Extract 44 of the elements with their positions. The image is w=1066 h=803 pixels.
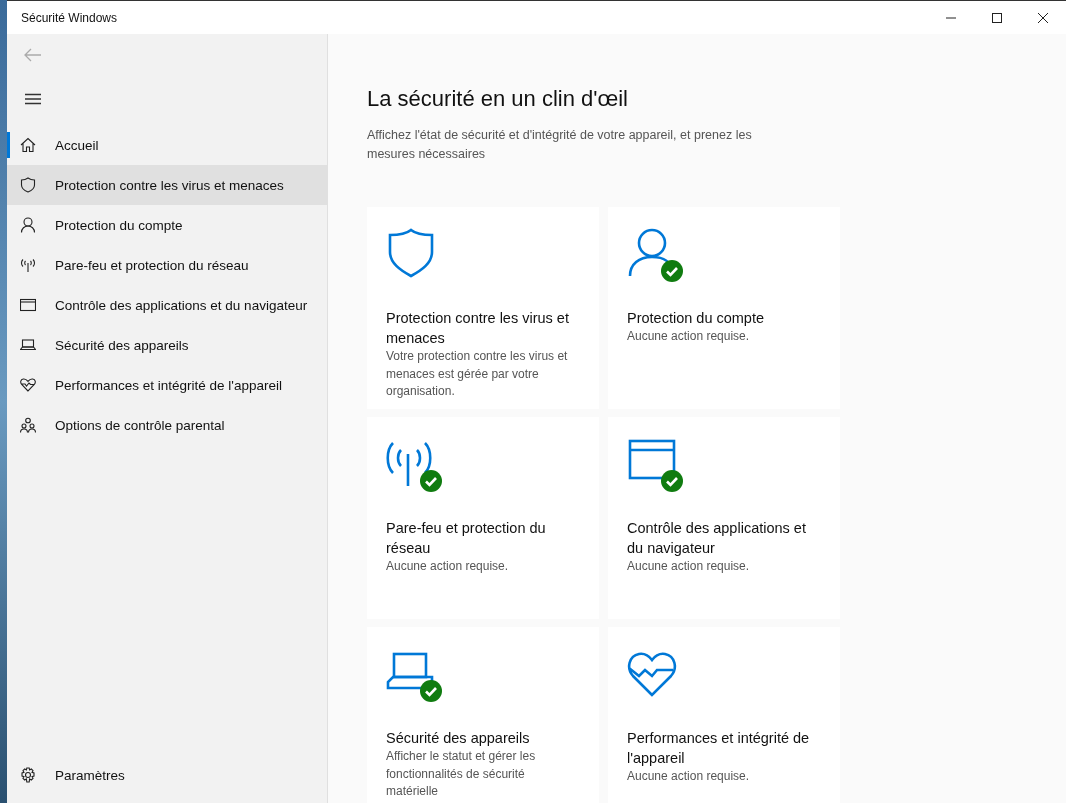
card-status: Votre protection contre les virus et menaces est gérée par votre organisation. — [386, 348, 569, 400]
nav-item[interactable]: Contrôle des applications et du navigateur — [7, 285, 327, 325]
card-title: Pare-feu et protection du réseau — [386, 519, 547, 558]
menu-icon — [25, 93, 41, 105]
window-icon — [20, 297, 36, 313]
status-card[interactable]: Pare-feu et protection du réseau Aucune action requise. — [367, 417, 599, 619]
nav-item[interactable]: Accueil — [7, 132, 327, 158]
card-title: Protection contre les virus et menaces — [386, 309, 570, 348]
close-icon — [1037, 11, 1049, 24]
maximize-icon — [991, 11, 1003, 24]
back-arrow-icon — [24, 48, 42, 62]
laptop-icon — [20, 337, 36, 353]
card-title: Performances et intégrité de l'appareil — [627, 729, 811, 768]
nav-item[interactable]: Sécurité des appareils — [7, 325, 327, 365]
settings-icon — [20, 767, 36, 783]
card-title: Protection du compte — [627, 309, 766, 328]
people-icon — [20, 417, 36, 433]
window-title: Sécurité Windows — [20, 10, 119, 25]
status-card[interactable]: Protection du compte Aucune action requise. — [608, 207, 840, 409]
status-card[interactable]: Sécurité des appareils Afficher le statut et gérer les fonctionnalités de sécurité matérielle — [367, 627, 599, 803]
settings-nav-item[interactable]: Paramètres — [7, 755, 327, 795]
nav-item[interactable]: Performances et intégrité de l'appareil — [7, 365, 327, 405]
shield-icon — [20, 177, 36, 193]
card-status: Afficher le statut et gérer les fonctionnalités de sécurité matérielle — [386, 748, 537, 800]
card-status: Aucune action requise. — [627, 768, 751, 785]
heart-icon — [20, 377, 36, 393]
card-status: Aucune action requise. — [386, 558, 510, 575]
status-card[interactable]: Performances et intégrité de l'appareil Aucune action requise. — [608, 627, 840, 803]
nav-item[interactable]: Pare-feu et protection du réseau — [7, 245, 327, 285]
status-card[interactable]: Contrôle des applications et du navigateur Aucune action requise. — [608, 417, 840, 619]
shield-icon — [386, 228, 436, 278]
page-description: Affichez l'état de sécurité et d'intégrité de votre appareil, et prenez les mesures nécessaires — [367, 127, 752, 163]
page-heading: La sécurité en un clin d'œil — [367, 86, 629, 112]
status-card[interactable]: Protection contre les virus et menaces Votre protection contre les virus et menaces est gérée par votre organisation. — [367, 207, 599, 409]
nav-item[interactable]: Protection contre les virus et menaces — [7, 165, 327, 205]
card-status: Aucune action requise. — [627, 328, 751, 345]
home-icon — [20, 137, 36, 153]
card-status: Aucune action requise. — [627, 558, 751, 575]
nav-item[interactable]: Options de contrôle parental — [7, 405, 327, 445]
card-title: Contrôle des applications et du navigateur — [627, 519, 807, 558]
person-icon — [20, 217, 36, 233]
nav-item[interactable]: Protection du compte — [7, 205, 327, 245]
antenna-icon — [20, 257, 36, 273]
card-title: Sécurité des appareils — [386, 729, 531, 748]
